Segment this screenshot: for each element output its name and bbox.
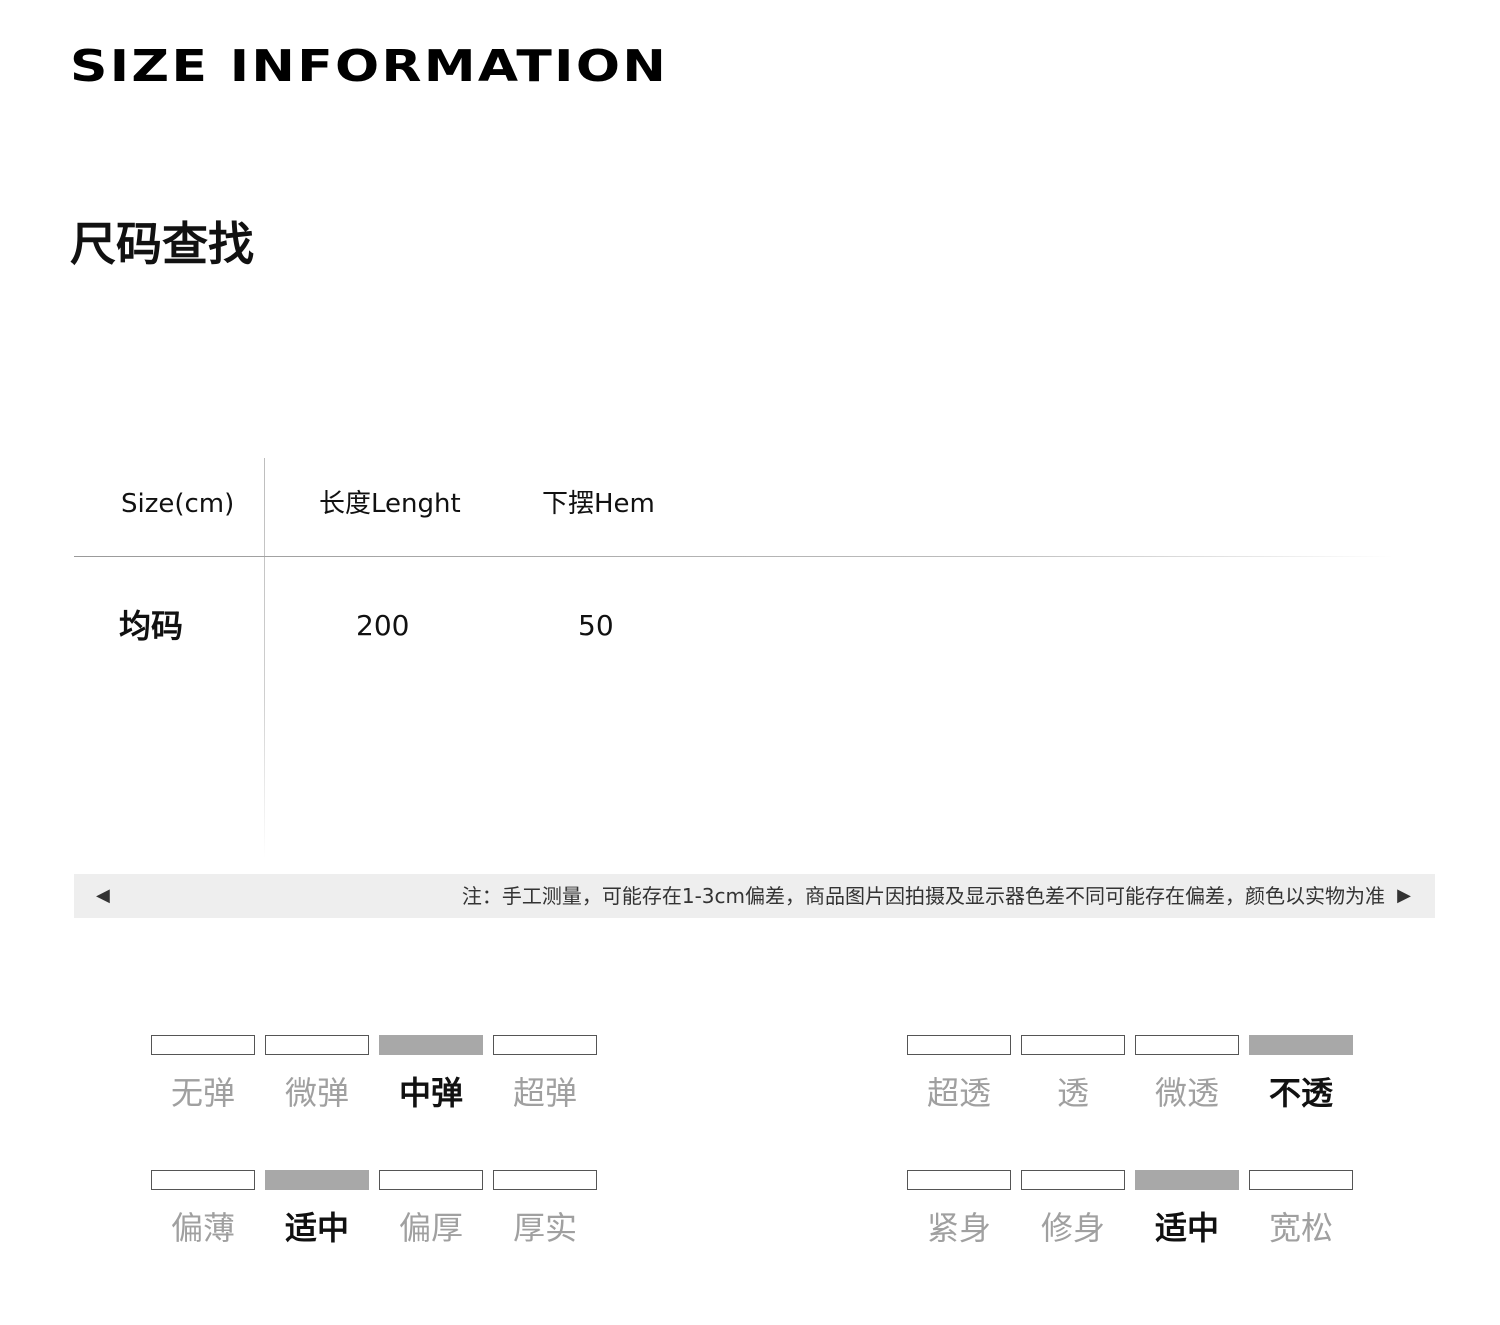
section-title: 尺码查找 [70,217,254,271]
scale-option: 宽松 [1249,1170,1353,1260]
scale-bar [1135,1170,1239,1190]
scale-bar [265,1035,369,1055]
scroll-left-icon[interactable]: ◀ [96,874,110,918]
scale-option: 微弹 [265,1035,369,1125]
scale-bar [493,1035,597,1055]
scale-option: 中弹 [379,1035,483,1125]
table-column-divider [264,458,265,858]
scale-bar [493,1170,597,1190]
scale-label: 修身 [1040,1209,1105,1247]
scale-bar [907,1170,1011,1190]
fit-scale: 紧身 修身 适中 宽松 [907,1170,1355,1260]
row-hem-value: 50 [578,609,614,642]
scale-option: 超弹 [493,1035,597,1125]
scale-label: 紧身 [926,1209,991,1247]
scale-bar [1021,1035,1125,1055]
transparency-scale: 超透 透 微透 不透 [907,1035,1355,1125]
scale-bar [379,1170,483,1190]
scale-option: 无弹 [151,1035,255,1125]
scale-label: 微透 [1154,1074,1219,1112]
scale-label: 超透 [926,1074,991,1112]
scale-label: 超弹 [512,1074,577,1112]
scale-bar [151,1035,255,1055]
note-bar: ◀ 注：手工测量，可能存在1-3cm偏差，商品图片因拍摄及显示器色差不同可能存在… [74,874,1435,918]
scale-option: 适中 [1135,1170,1239,1260]
scale-label: 微弹 [284,1074,349,1112]
scale-label: 无弹 [170,1074,235,1112]
scale-label: 厚实 [512,1209,577,1247]
scale-option: 超透 [907,1035,1011,1125]
column-header-hem: 下摆Hem [542,489,655,519]
elasticity-scale: 无弹 微弹 中弹 超弹 [151,1035,599,1125]
scale-bar [265,1170,369,1190]
column-header-size: Size(cm) [121,489,235,519]
column-header-length: 长度Lenght [319,489,461,519]
scale-bar [1021,1170,1125,1190]
table-header-divider [74,556,1394,557]
scale-label: 偏薄 [170,1209,235,1247]
scale-bar [1135,1035,1239,1055]
scale-label: 透 [1056,1074,1089,1112]
scale-option: 偏厚 [379,1170,483,1260]
scale-bar [907,1035,1011,1055]
scale-option: 偏薄 [151,1170,255,1260]
size-table: Size(cm) 长度Lenght 下摆Hem 均码 200 50 [74,458,1394,858]
scale-option: 紧身 [907,1170,1011,1260]
row-length-value: 200 [356,609,410,642]
scale-label: 中弹 [398,1074,463,1112]
scale-option: 厚实 [493,1170,597,1260]
scale-option: 修身 [1021,1170,1125,1260]
scale-bar [1249,1035,1353,1055]
scale-bar [379,1035,483,1055]
scale-label: 适中 [284,1209,349,1247]
scale-option: 微透 [1135,1035,1239,1125]
row-size-label: 均码 [119,607,184,645]
measurement-note: 注：手工测量，可能存在1-3cm偏差，商品图片因拍摄及显示器色差不同可能存在偏差… [461,884,1385,908]
scale-option: 适中 [265,1170,369,1260]
scroll-right-icon[interactable]: ▶ [1397,874,1411,918]
page-title: SIZE INFORMATION [70,41,669,92]
scale-label: 不透 [1268,1074,1333,1112]
scale-label: 偏厚 [398,1209,463,1247]
scale-bar [1249,1170,1353,1190]
scale-option: 透 [1021,1035,1125,1125]
scale-label: 适中 [1154,1209,1219,1247]
scale-option: 不透 [1249,1035,1353,1125]
scale-label: 宽松 [1268,1209,1333,1247]
scale-bar [151,1170,255,1190]
thickness-scale: 偏薄 适中 偏厚 厚实 [151,1170,599,1260]
